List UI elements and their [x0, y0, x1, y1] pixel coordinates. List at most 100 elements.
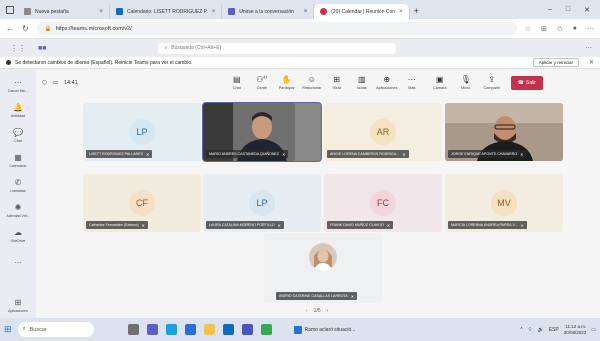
close-tab-icon[interactable]: ×	[212, 9, 216, 15]
star-icon[interactable]: ☆	[525, 25, 531, 33]
taskbar-search-input[interactable]: ⌕ Buscar	[17, 322, 94, 337]
close-tab-icon[interactable]: ×	[99, 9, 103, 15]
appbar-label: Chat	[14, 138, 22, 143]
participant-tile[interactable]: AR ANGIE LORENA CAMBEROS RODRIGU... ✕	[324, 103, 442, 161]
header-more-icon[interactable]: ⋯	[585, 44, 592, 52]
taskbar-clock[interactable]: 11:12 a.m. 30/08/2023	[564, 324, 587, 336]
appbar-label: Llamadas	[10, 188, 26, 193]
share-button[interactable]: ⇪ Compartir	[481, 76, 503, 91]
toolbar-raise-hand-button[interactable]: ✋ Participar	[276, 76, 298, 91]
appbar-item-cancel[interactable]: ⋯ Cancel Min...	[0, 73, 36, 98]
appbar-item-chat[interactable]: 💬 Chat	[0, 123, 36, 148]
avatar: MV	[491, 190, 517, 216]
toolbar-apps-button[interactable]: ⊕ Aplicaciones	[376, 75, 398, 91]
apply-restart-button[interactable]: Aplicar y reiniciar	[532, 58, 579, 67]
language-indicator[interactable]: ESP	[549, 327, 559, 333]
appbar-item-activity[interactable]: 🔔 Actividad	[0, 98, 36, 123]
participant-tile-video[interactable]: JORGE ENRIQUE APONTE CHAVARRO ✕	[445, 103, 563, 161]
avatar-initials: FC	[377, 198, 389, 208]
language-banner: Se detectaron cambios de idioma (Español…	[0, 57, 600, 69]
search-icon: ⌕	[22, 326, 26, 332]
close-banner-icon[interactable]: ✕	[589, 59, 594, 66]
window-menu-icon[interactable]	[6, 6, 14, 14]
participant-tile-video[interactable]: MARIO ANDRES CASTANEDA QUIÑONEZ ✕	[202, 102, 322, 162]
task-view-icon[interactable]	[127, 324, 139, 335]
split-icon[interactable]: ⊞	[541, 25, 547, 33]
appbar-item-onedrive[interactable]: ☁ OneDrive	[0, 223, 36, 248]
participant-name-tag: Catherine Fernandez (Externo) ✕	[86, 221, 148, 229]
search-input[interactable]: ⌕ Búsqueda (Ctrl+Alt+E)	[158, 42, 397, 54]
toolbar-more-button[interactable]: ⋯ Más	[401, 76, 423, 91]
lock-icon: 🔒	[44, 25, 52, 32]
browser-tab-calendar[interactable]: Calendario: LISETT RODRIGUEZ P. ×	[110, 4, 223, 19]
close-tab-icon[interactable]: ×	[304, 9, 308, 15]
participant-tile[interactable]: INGRID CATERINE CASALLAS LARROTA ✕	[264, 233, 382, 303]
appbar-item-virtual[interactable]: ✺ Actividad Virt...	[0, 198, 36, 223]
edge-icon[interactable]	[165, 324, 177, 335]
toolbar-react-button[interactable]: ☺ Reaccionar	[301, 76, 323, 91]
next-page-icon[interactable]: ›	[327, 308, 329, 314]
toolbar-chat-button[interactable]: ▤ Chat	[226, 76, 248, 91]
plus-icon: ⊕	[383, 75, 391, 84]
mic-off-icon: ✕	[146, 151, 150, 157]
participant-tile[interactable]: CF Catherine Fernandez (Externo) ✕	[83, 174, 201, 232]
notifications-icon[interactable]: ▭	[591, 327, 596, 333]
windows-start-icon[interactable]: ⊞	[4, 324, 12, 335]
avatar-initials: LP	[136, 127, 148, 137]
system-tray: ^ ⌔ 🔊 ESP 11:12 a.m. 30/08/2023 ▭	[520, 324, 596, 336]
participant-tile[interactable]: FC FRANK DAVID MUÑOZ CLAVIJO ✕	[324, 174, 442, 232]
explorer-icon[interactable]	[203, 324, 215, 335]
mic-button[interactable]: 🎙 Micro	[455, 76, 477, 91]
favorites-icon[interactable]: ✩	[557, 25, 563, 33]
browser-tab-join[interactable]: Unirse a la conversación ×	[222, 4, 315, 19]
participant-tile[interactable]: LP LAURA CATALINA MORENO PORTILLO ✕	[203, 174, 321, 232]
leave-button[interactable]: ☎ Salir	[510, 76, 543, 90]
url-field[interactable]: 🔒 https://teams.microsoft.com/v2/	[36, 22, 517, 35]
volume-icon[interactable]: 🔊	[537, 327, 543, 333]
toolbar-label: Participar	[278, 86, 295, 90]
participant-name: FRANK DAVID MUÑOZ CLAVIJO	[330, 223, 384, 227]
toolbar-people-button[interactable]: ⚇42 Gente	[251, 76, 273, 91]
profile-icon[interactable]: ●	[573, 25, 577, 33]
wifi-icon[interactable]: ⌔	[528, 327, 533, 333]
close-tab-icon[interactable]: ×	[399, 9, 403, 15]
appbar-item-calls[interactable]: ✆ Llamadas	[0, 173, 36, 198]
new-tab-icon[interactable]: +	[414, 6, 419, 16]
refresh-icon[interactable]: ↻	[22, 24, 29, 33]
close-window-icon[interactable]: ✕	[584, 6, 590, 14]
minimize-icon[interactable]: –	[548, 6, 552, 14]
toolbar-label: Chat	[232, 86, 241, 90]
chrome-icon[interactable]	[260, 324, 272, 335]
bell-icon: 🔔	[13, 102, 23, 112]
app-launcher-icon[interactable]: ⋮⋮	[0, 44, 36, 53]
browser-more-icon[interactable]: ⋯	[587, 25, 594, 33]
appbar-item-calendar[interactable]: ▦ Calendario	[0, 148, 36, 173]
clock-date: 30/08/2023	[563, 329, 587, 335]
outlook-icon[interactable]	[222, 324, 234, 335]
toolbar-view-button[interactable]: ⊞ Vista	[326, 75, 348, 91]
participant-tile[interactable]: LP LISETT RODRIGUEZ PALLARES ✕	[83, 103, 201, 161]
toolbar-notes-button[interactable]: ▥ Notas	[351, 76, 373, 91]
back-icon[interactable]: ←	[6, 24, 14, 33]
grid-icon: ⊞	[333, 75, 341, 84]
prev-page-icon[interactable]: ‹	[306, 308, 308, 314]
phone-hangup-icon: ☎	[517, 80, 524, 86]
teams-header: ⋮⋮ ■■ ⌕ Búsqueda (Ctrl+Alt+E) ⋯	[0, 39, 600, 57]
participant-tile[interactable]: MV MARCIA LORENNA ANDREA PARRA V... ✕	[445, 174, 563, 232]
chat-app-icon[interactable]	[146, 324, 158, 335]
recording-favicon-icon	[320, 8, 328, 15]
taskbar-notification[interactable]: Ramo aclaró situació...	[293, 325, 355, 334]
browser-tab-new[interactable]: Nueva pestaña ×	[18, 4, 110, 19]
appbar-item-apps[interactable]: ⊞ Aplicaciones	[0, 293, 36, 318]
teams-logo-icon: ■■	[38, 44, 47, 52]
avatar: FC	[370, 190, 396, 216]
camera-button[interactable]: ▣ Cámara	[429, 76, 451, 91]
tray-chevron-icon[interactable]: ^	[520, 327, 522, 333]
teams-app-icon[interactable]	[241, 324, 253, 335]
store-icon[interactable]	[184, 324, 196, 335]
browser-tab-meeting[interactable]: (20) Calendar | Reunión Con ×	[314, 4, 410, 19]
avatar: CF	[129, 190, 155, 216]
maximize-icon[interactable]: □	[566, 6, 570, 14]
appbar-item-more[interactable]: ...	[0, 248, 36, 273]
meeting-info-icon[interactable]: ▭	[53, 80, 58, 86]
